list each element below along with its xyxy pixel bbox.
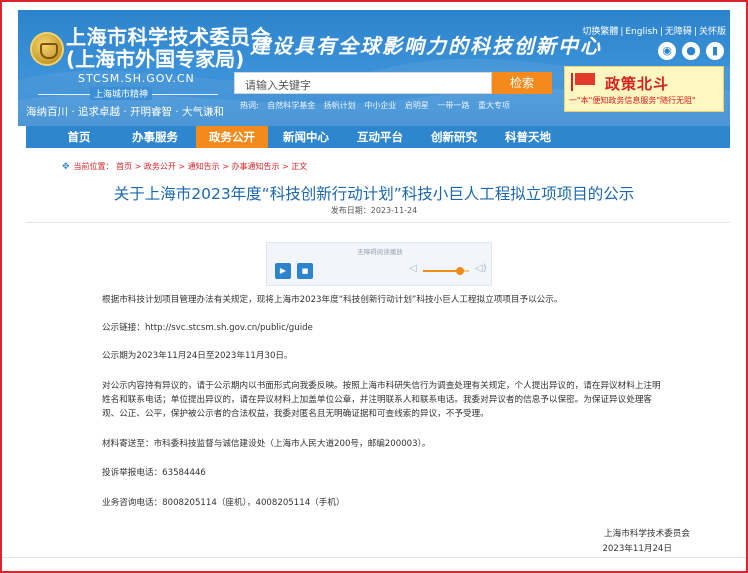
weibo-icon[interactable]: ◉ <box>658 42 676 60</box>
hot-word[interactable]: 自然科学基金 <box>267 101 315 110</box>
nav-item-gov-affairs[interactable]: 政务公开 <box>196 126 268 148</box>
nav-item-interaction[interactable]: 互动平台 <box>344 126 416 148</box>
link-traditional[interactable]: 切换繁體 <box>582 27 618 37</box>
hot-word[interactable]: 启明星 <box>405 101 429 110</box>
hot-word[interactable]: 一带一路 <box>437 101 469 110</box>
hot-word[interactable]: 中小企业 <box>364 101 396 110</box>
article-paragraph: 材料寄送至：市科委科技监督与诚信建设处（上海市人民大道200号，邮编200003… <box>102 439 431 449</box>
hot-word[interactable]: 重大专项 <box>478 101 510 110</box>
volume-fill <box>423 270 460 272</box>
hot-words: 热词: 自然科学基金 扬帆计划 中小企业 启明星 一带一路 重大专项 <box>240 100 510 111</box>
article-paragraph: 根据市科技计划项目管理办法有关规定，现将上海市2023年度“科技创新行动计划”科… <box>102 295 563 305</box>
link-accessibility[interactable]: 无障碍 <box>665 27 692 37</box>
site-domain: STCSM.SH.GOV.CN <box>78 72 195 85</box>
search-input[interactable]: 请输入关键字 <box>234 72 492 94</box>
hot-word[interactable]: 扬帆计划 <box>324 101 356 110</box>
nav-item-innovation[interactable]: 创新研究 <box>418 126 490 148</box>
article-paragraph: 投诉举报电话：63584446 <box>102 468 206 478</box>
breadcrumb-text[interactable]: 当前位置： 首页 > 政务公开 > 通知告示 > 办事通知告示 > 正文 <box>74 162 308 171</box>
location-icon: ✥ <box>62 162 70 172</box>
link-english[interactable]: English <box>625 27 658 37</box>
link-care-version[interactable]: 关怀版 <box>699 27 726 37</box>
volume-high-icon: ◁) <box>475 263 487 274</box>
flag-icon <box>571 73 597 91</box>
volume-slider-handle[interactable] <box>455 267 464 275</box>
banner-title: 政策北斗 <box>605 75 670 93</box>
org-name[interactable]: 上海市科学技术委员会 <box>66 26 271 48</box>
site-logo-emblem[interactable] <box>30 32 64 66</box>
article-paragraph: 对公示内容持有异议的，请于公示期内以书面形式向我委反映。按照上海市科研失信行为调… <box>102 381 661 419</box>
nav-item-science-pop[interactable]: 科普天地 <box>492 126 564 148</box>
audio-player: 无障碍阅读播放 ▶ ■ ◁ ◁) <box>266 242 492 286</box>
nav-item-services[interactable]: 办事服务 <box>118 126 192 148</box>
org-name-sub[interactable]: (上海市外国专家局) <box>66 48 244 70</box>
publish-date: 发布日期：2023-11-24 <box>330 206 418 215</box>
banner-subtitle: 一"本"便知政务信息服务"随行无阻" <box>569 96 696 105</box>
play-button[interactable]: ▶ <box>275 263 291 279</box>
signature-org: 上海市科学技术委员会 <box>604 529 690 539</box>
nav-item-news[interactable]: 新闻中心 <box>270 126 342 148</box>
breadcrumb: ✥ 当前位置： 首页 > 政务公开 > 通知告示 > 办事通知告示 > 正文 <box>62 161 307 172</box>
divider <box>26 222 730 223</box>
main-nav: 首页 办事服务 政务公开 新闻中心 互动平台 创新研究 科普天地 <box>26 126 730 148</box>
signature-date: 2023年11月24日 <box>602 544 672 554</box>
top-links: 切换繁體 | English | 无障碍 | 关怀版 <box>582 27 726 37</box>
nav-item-home[interactable]: 首页 <box>44 126 114 148</box>
player-title: 无障碍阅读播放 <box>357 248 403 256</box>
article-paragraph: 公示期为2023年11月24日至2023年11月30日。 <box>102 351 293 361</box>
wechat-icon[interactable]: ● <box>682 42 700 60</box>
search-button[interactable]: 检索 <box>492 72 552 94</box>
volume-low-icon: ◁ <box>409 263 417 274</box>
slogan: 建设具有全球影响力的科技创新中心 <box>250 34 602 58</box>
bottom-divider <box>2 557 746 558</box>
stop-button[interactable]: ■ <box>297 263 313 279</box>
city-spirit: 海纳百川 · 追求卓越 · 开明睿智 · 大气谦和 <box>26 106 225 118</box>
policy-banner[interactable]: 政策北斗 一"本"便知政务信息服务"随行无阻" <box>564 66 724 112</box>
app-icon[interactable]: ▮ <box>706 42 724 60</box>
article-title: 关于上海市2023年度“科技创新行动计划”科技小巨人工程拟立项项目的公示 <box>113 185 635 203</box>
page: 上海市科学技术委员会 (上海市外国专家局) STCSM.SH.GOV.CN 上海… <box>2 2 746 571</box>
site-header: 上海市科学技术委员会 (上海市外国专家局) STCSM.SH.GOV.CN 上海… <box>18 10 730 126</box>
article-paragraph: 业务咨询电话：8008205114（座机），4008205114（手机） <box>102 498 345 508</box>
spirit-title: 上海城市精神 <box>90 87 153 100</box>
hot-words-label: 热词: <box>240 101 259 110</box>
article-paragraph-link[interactable]: 公示链接：http://svc.stcsm.sh.gov.cn/public/g… <box>102 321 668 335</box>
